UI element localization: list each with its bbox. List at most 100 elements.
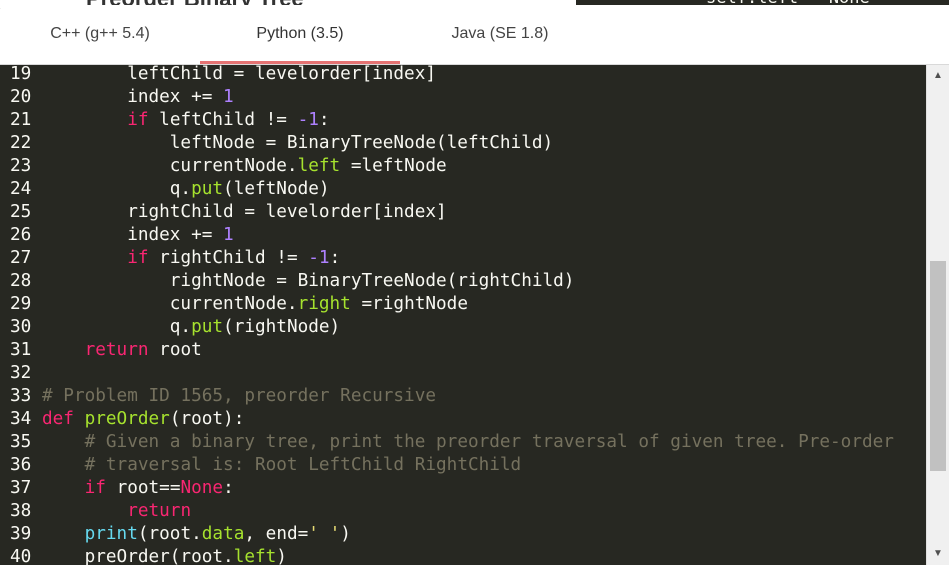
code-token: ' '	[308, 524, 341, 544]
code-token: :	[329, 248, 341, 268]
editor-scrollbar[interactable]: ▲ ▼	[926, 65, 949, 565]
code-token: preOrder	[84, 409, 170, 429]
line-number: 21	[10, 110, 32, 130]
code-text: # Problem ID 1565, preorder Recursive	[42, 385, 436, 408]
code-token: # Problem ID 1565, preorder Recursive	[42, 386, 437, 406]
code-token: if	[127, 248, 149, 268]
code-token: 1	[223, 225, 234, 245]
code-token: preOrder(root.	[42, 547, 234, 565]
code-text: def preOrder(root):	[42, 408, 244, 431]
code-line: 27 if rightChild != -1:	[0, 247, 926, 270]
code-token: =leftNode	[340, 156, 447, 176]
line-number: 38	[10, 501, 32, 521]
code-text: q.put(leftNode)	[42, 178, 330, 201]
code-line: 37 if root==None:	[0, 477, 926, 500]
code-token: put	[191, 179, 224, 199]
code-line: 20 index += 1	[0, 86, 926, 109]
tab-java[interactable]: Java (SE 1.8)	[400, 5, 600, 64]
code-token: leftChild !=	[148, 110, 298, 130]
code-line: 30 q.put(rightNode)	[0, 316, 926, 339]
code-editor[interactable]: 19 leftChild = levelorder[index] 20 index…	[0, 65, 926, 565]
code-token: q.	[42, 317, 192, 337]
code-line: 32	[0, 362, 926, 385]
code-line: 34 def preOrder(root):	[0, 408, 926, 431]
code-text: leftChild = levelorder[index]	[42, 65, 436, 86]
line-number: 19	[10, 65, 32, 84]
code-token: if	[127, 110, 149, 130]
code-text: return	[42, 500, 191, 523]
scroll-down-icon[interactable]: ▼	[927, 545, 949, 563]
code-token: , end=	[244, 524, 309, 544]
code-token: :	[223, 478, 234, 498]
language-tab-bar: C++ (g++ 5.4) Python (3.5) Java (SE 1.8)	[0, 5, 949, 65]
code-token: (rightNode)	[223, 317, 341, 337]
line-number: 40	[10, 547, 32, 565]
code-token: None	[180, 478, 224, 498]
code-text: if rightChild != -1:	[42, 247, 340, 270]
code-token: currentNode.	[42, 294, 298, 314]
line-number: 29	[10, 294, 32, 314]
code-line: 24 q.put(leftNode)	[0, 178, 926, 201]
code-text: rightNode = BinaryTreeNode(rightChild)	[42, 270, 575, 293]
code-token: root==	[105, 478, 181, 498]
code-token: index +=	[42, 87, 224, 107]
code-line: 35 # Given a binary tree, print the preo…	[0, 431, 926, 454]
code-token: leftChild = levelorder[index]	[42, 65, 437, 84]
code-text: currentNode.left =leftNode	[42, 155, 447, 178]
code-line: 33 # Problem ID 1565, preorder Recursive	[0, 385, 926, 408]
line-number: 36	[10, 455, 32, 475]
code-token: rightNode = BinaryTreeNode(rightChild)	[42, 271, 575, 291]
tab-python[interactable]: Python (3.5)	[200, 5, 400, 64]
code-text: leftNode = BinaryTreeNode(leftChild)	[42, 132, 553, 155]
line-number: 28	[10, 271, 32, 291]
code-token: left	[297, 156, 341, 176]
code-text: return root	[42, 339, 202, 362]
code-token: index +=	[42, 225, 224, 245]
code-token: return	[127, 501, 192, 521]
code-line: 31 return root	[0, 339, 926, 362]
code-token: right	[297, 294, 351, 314]
code-text: # Given a binary tree, print the preorde…	[42, 431, 894, 454]
code-token: (leftNode)	[223, 179, 330, 199]
code-text: rightChild = levelorder[index]	[42, 201, 447, 224]
scroll-up-icon[interactable]: ▲	[927, 67, 949, 85]
code-token: left	[233, 547, 277, 565]
code-token: # traversal is: Root LeftChild RightChil…	[84, 455, 522, 475]
line-number: 35	[10, 432, 32, 452]
code-token: return	[84, 340, 149, 360]
code-token: leftNode = BinaryTreeNode(leftChild)	[42, 133, 554, 153]
line-number: 25	[10, 202, 32, 222]
code-token: def	[42, 409, 74, 429]
line-number: 39	[10, 524, 32, 544]
code-token: if	[84, 478, 106, 498]
line-number: 37	[10, 478, 32, 498]
code-text: if root==None:	[42, 477, 234, 500]
line-number: 34	[10, 409, 32, 429]
tab-cpp[interactable]: C++ (g++ 5.4)	[0, 5, 200, 64]
scrollbar-thumb[interactable]	[930, 261, 946, 471]
code-token: -1	[308, 248, 330, 268]
code-token: 1	[223, 87, 234, 107]
code-token: currentNode.	[42, 156, 298, 176]
code-token: data	[201, 524, 245, 544]
code-line: 36 # traversal is: Root LeftChild RightC…	[0, 454, 926, 477]
code-line: 22 leftNode = BinaryTreeNode(leftChild)	[0, 132, 926, 155]
code-line: 40 preOrder(root.left)	[0, 546, 926, 565]
code-token: # Given a binary tree, print the preorde…	[84, 432, 894, 452]
line-number: 20	[10, 87, 32, 107]
code-text: currentNode.right =rightNode	[42, 293, 468, 316]
active-tab-indicator	[200, 61, 400, 64]
line-number: 31	[10, 340, 32, 360]
code-text: index += 1	[42, 86, 234, 109]
code-token: rightChild = levelorder[index]	[42, 202, 447, 222]
line-number: 26	[10, 225, 32, 245]
code-line: 26 index += 1	[0, 224, 926, 247]
